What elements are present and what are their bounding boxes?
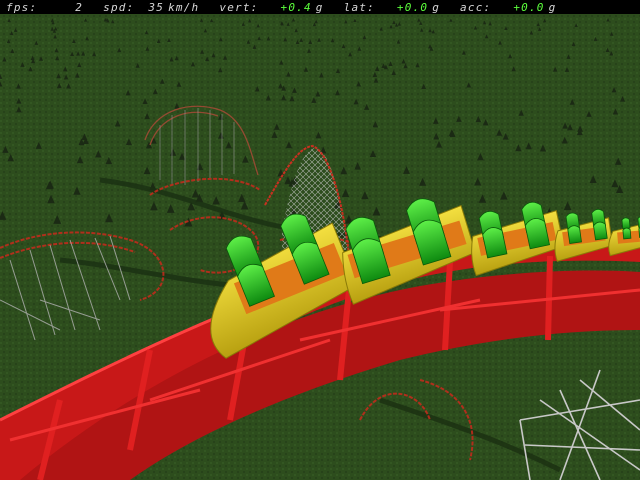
speed-readout: spd: 35 km/h — [97, 1, 199, 14]
speed-label: spd: — [103, 0, 135, 14]
train-seat — [567, 225, 582, 244]
telemetry-hud: fps: 2 spd: 35 km/h vert: +0.4 g lat: +0… — [0, 0, 640, 14]
acceleration-value: +0.0 — [513, 0, 545, 14]
lateral-g-label: lat: — [343, 0, 375, 14]
train-seat — [593, 221, 608, 241]
acceleration-unit: g — [548, 0, 557, 14]
train-seat — [622, 227, 632, 240]
fps-readout: fps: 2 — [0, 1, 83, 14]
lateral-g-value: +0.0 — [396, 0, 429, 14]
speed-value: 35 — [148, 0, 165, 14]
vertical-g-readout: vert: +0.4 g — [213, 1, 323, 14]
acceleration-readout: acc: +0.0 g — [454, 1, 556, 14]
speed-unit: km/h — [168, 0, 200, 14]
vertical-g-value: +0.4 — [280, 0, 312, 14]
train-seat — [621, 217, 631, 230]
acceleration-label: acc: — [460, 0, 492, 14]
vertical-g-unit: g — [315, 0, 324, 14]
fps-value: 2 — [75, 0, 84, 14]
lateral-g-readout: lat: +0.0 g — [338, 1, 440, 14]
game-viewport[interactable]: fps: 2 spd: 35 km/h vert: +0.4 g lat: +0… — [0, 0, 640, 480]
lateral-g-unit: g — [432, 0, 441, 14]
vertical-g-label: vert: — [219, 0, 259, 14]
coaster-scene — [0, 0, 640, 480]
fps-label: fps: — [6, 0, 38, 14]
